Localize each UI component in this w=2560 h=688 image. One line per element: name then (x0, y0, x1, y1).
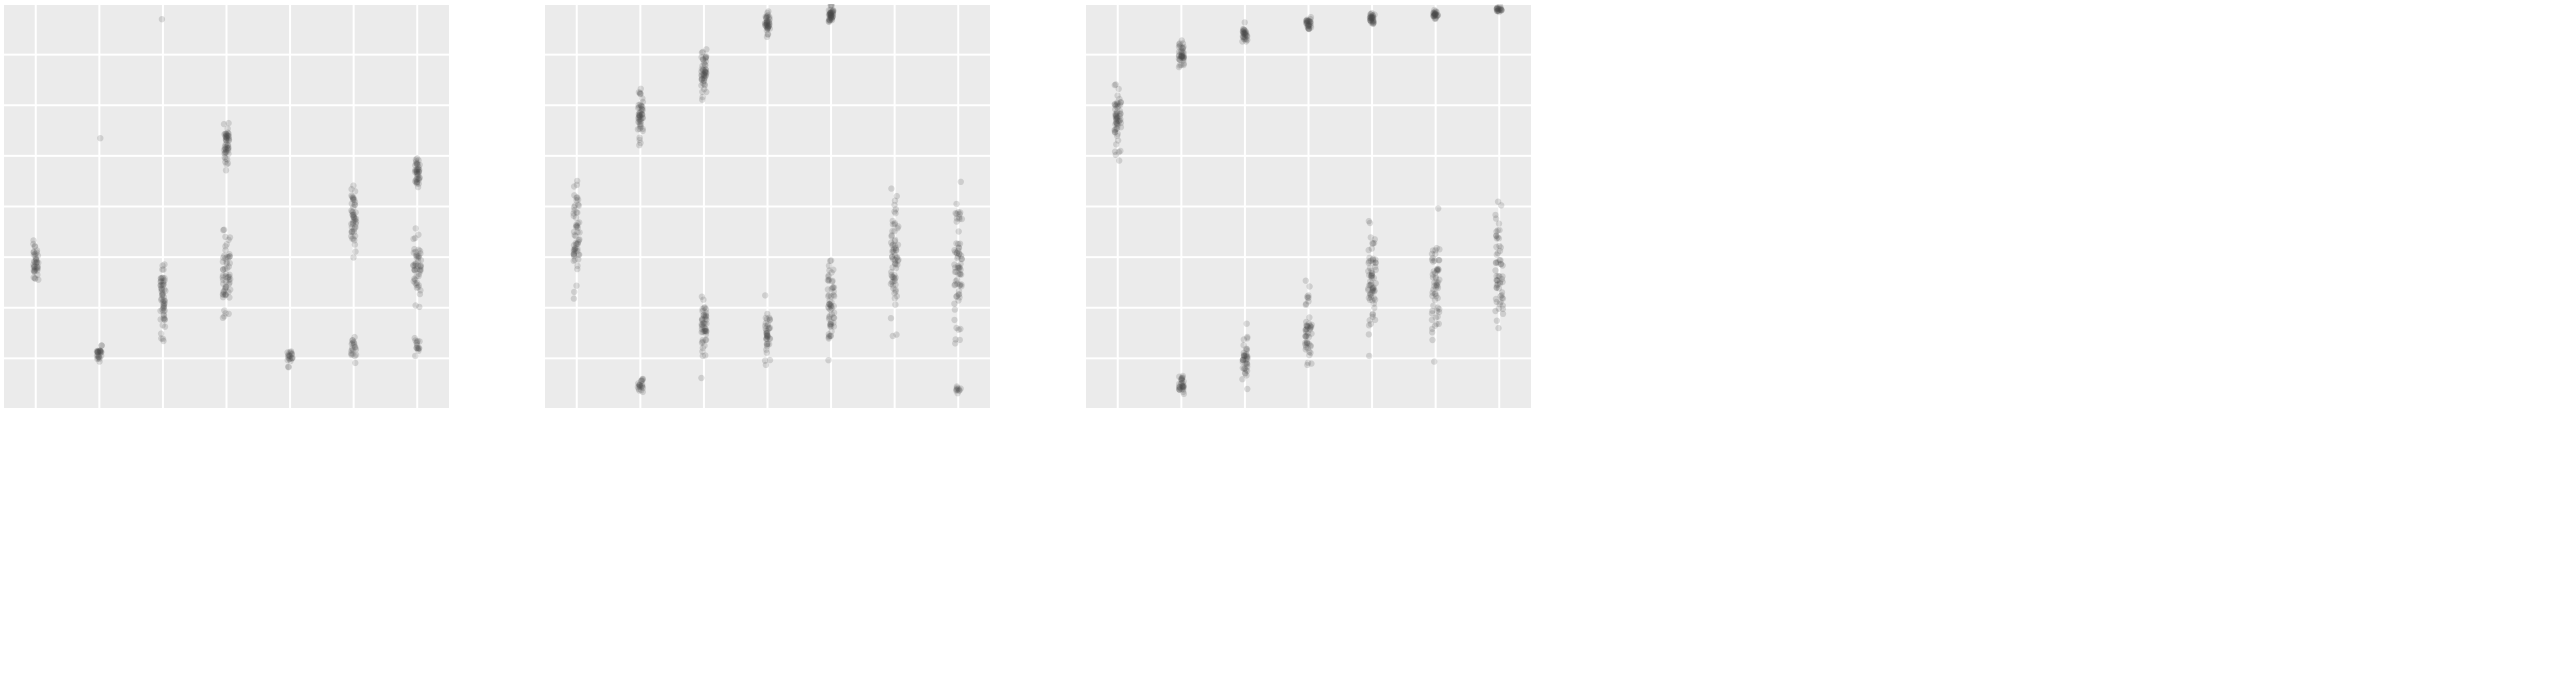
chart-svg-1 (4, 4, 449, 409)
chart-svg-3 (1086, 4, 1531, 409)
chart-panel-3 (1086, 4, 1531, 409)
chart-svg-2 (545, 4, 990, 409)
charts-row (0, 0, 2560, 413)
chart-panel-1 (4, 4, 449, 409)
chart-panel-2 (545, 4, 990, 409)
